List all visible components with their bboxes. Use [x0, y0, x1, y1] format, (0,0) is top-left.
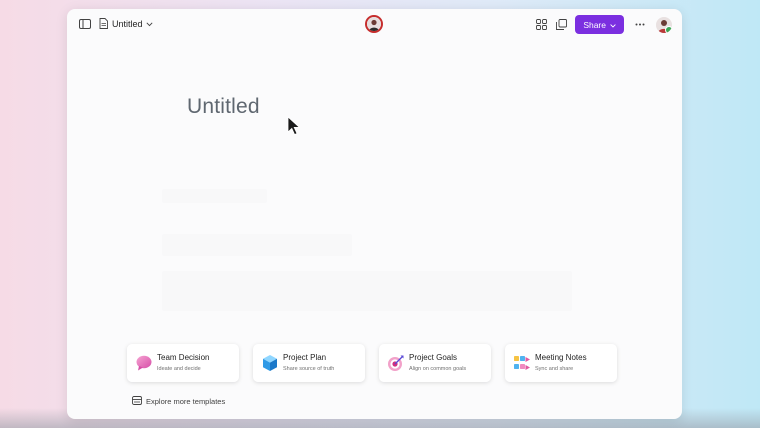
top-bar-right: Share — [533, 15, 672, 34]
share-button-label: Share — [583, 19, 606, 30]
template-title: Project Goals — [409, 353, 458, 362]
cube-icon — [261, 354, 279, 372]
chevron-down-icon — [145, 19, 153, 29]
template-card-project-goals[interactable]: Project Goals Align on common goals — [379, 344, 491, 382]
templates-icon — [132, 396, 142, 407]
document-icon — [99, 17, 108, 31]
user-avatar[interactable] — [656, 16, 672, 33]
page-title[interactable]: Untitled — [187, 95, 260, 119]
template-card-team-decision[interactable]: Team Decision Ideate and decide — [127, 344, 239, 382]
sticky-notes-icon — [513, 354, 531, 372]
speech-bubble-icon — [135, 354, 153, 372]
faded-content-block — [162, 234, 352, 256]
sidebar-toggle-icon[interactable] — [77, 16, 93, 32]
target-icon — [387, 354, 405, 372]
document-title: Untitled — [112, 19, 143, 29]
template-card-meeting-notes[interactable]: Meeting Notes Sync and share — [505, 344, 617, 382]
mouse-cursor-icon — [287, 116, 301, 141]
template-title: Team Decision — [157, 353, 210, 362]
presence-indicator — [665, 25, 672, 33]
collaborator-avatar[interactable] — [365, 15, 383, 33]
template-subtitle: Share source of truth — [283, 366, 335, 372]
template-title: Project Plan — [283, 353, 327, 362]
template-subtitle: Sync and share — [535, 366, 574, 372]
template-subtitle: Align on common goals — [409, 366, 467, 372]
share-button[interactable]: Share — [575, 15, 624, 34]
faded-content-block — [162, 271, 572, 311]
explore-more-templates-link[interactable]: Explore more templates — [132, 396, 225, 407]
faded-content-block — [162, 189, 267, 203]
components-icon[interactable] — [533, 17, 549, 33]
explore-label: Explore more templates — [146, 397, 226, 406]
template-title: Meeting Notes — [535, 353, 587, 362]
top-bar-left: Untitled — [77, 16, 153, 32]
top-bar: Untitled Share — [67, 9, 682, 39]
document-title-menu[interactable]: Untitled — [99, 17, 153, 31]
copy-icon[interactable] — [553, 17, 569, 33]
template-card-project-plan[interactable]: Project Plan Share source of truth — [253, 344, 365, 382]
more-options-icon[interactable] — [632, 17, 648, 33]
template-cards: Team Decision Ideate and decide Project … — [127, 344, 631, 382]
app-window: Untitled Share Untitled Team Decision Id… — [67, 9, 682, 419]
chevron-down-icon — [610, 20, 616, 30]
template-subtitle: Ideate and decide — [157, 366, 201, 372]
